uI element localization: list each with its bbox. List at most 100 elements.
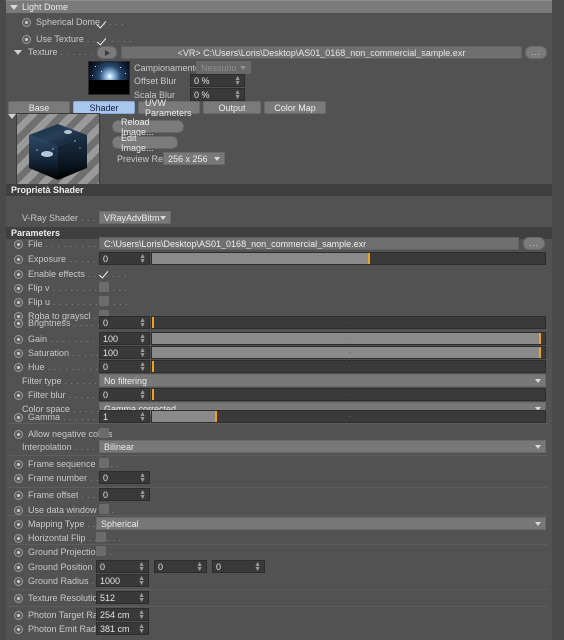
animate-radio-icon[interactable] xyxy=(14,390,23,400)
frame-sequence-checkbox[interactable] xyxy=(99,458,109,468)
light-dome-group-header[interactable]: Light Dome xyxy=(6,0,552,13)
brightness-field[interactable]: 0 ▲ ▼ xyxy=(99,316,150,329)
animate-radio-icon[interactable] xyxy=(14,624,23,634)
ground-position-x-field[interactable]: 0 ▲ ▼ xyxy=(96,560,149,573)
use-data-window-checkbox[interactable] xyxy=(99,504,109,514)
edit-image-button[interactable]: Edit Image... xyxy=(112,133,178,153)
texture-resolution-field[interactable]: 512 ▲ ▼ xyxy=(96,591,149,604)
gamma-slider[interactable] xyxy=(151,410,546,423)
offset-blur-field[interactable]: 0 % ▲ ▼ xyxy=(190,74,245,87)
animate-radio-icon[interactable] xyxy=(14,334,23,344)
preview-collapse-triangle-icon[interactable] xyxy=(8,114,16,119)
flip-v-checkbox[interactable] xyxy=(99,282,109,292)
filter-blur-slider-handle[interactable] xyxy=(152,389,154,400)
animate-radio-icon[interactable] xyxy=(22,34,31,44)
animate-radio-icon[interactable] xyxy=(14,283,23,293)
animate-radio-icon[interactable] xyxy=(14,297,23,307)
animate-radio-icon[interactable] xyxy=(14,429,23,439)
hue-slider-handle[interactable] xyxy=(152,361,154,372)
vray-shader-dropdown[interactable]: VRayAdvBitmap xyxy=(99,211,171,224)
texture-browse-button[interactable]: ... xyxy=(525,46,547,59)
animate-radio-icon[interactable] xyxy=(14,254,23,264)
animate-radio-icon[interactable] xyxy=(14,576,23,586)
stepper-icon[interactable]: ▲ ▼ xyxy=(139,411,146,423)
enable-effects-checkbox[interactable] xyxy=(99,268,109,278)
use-texture-checkbox[interactable] xyxy=(97,35,107,45)
reload-image-button[interactable]: Reload Image... xyxy=(112,117,184,137)
animate-radio-icon[interactable] xyxy=(14,348,23,358)
file-path-field[interactable]: C:\Users\Loris\Desktop\AS01_0168_non_com… xyxy=(99,237,519,250)
stepper-icon[interactable]: ▲ ▼ xyxy=(138,592,145,604)
animate-radio-icon[interactable] xyxy=(14,505,23,515)
collapse-triangle-icon[interactable] xyxy=(10,4,18,10)
animate-radio-icon[interactable] xyxy=(14,519,23,529)
tab-color-map[interactable]: Color Map xyxy=(264,101,326,114)
spherical-dome-checkbox[interactable] xyxy=(97,18,107,28)
gamma-field[interactable]: 1 ▲ ▼ xyxy=(99,410,150,423)
brightness-slider-handle[interactable] xyxy=(152,317,154,328)
preview-res-dropdown[interactable]: 256 x 256 xyxy=(163,152,225,165)
mapping-type-dropdown[interactable]: Spherical xyxy=(96,517,546,530)
photon-target-radius-field[interactable]: 254 cm ▲ ▼ xyxy=(96,608,149,621)
stepper-icon[interactable]: ▲ ▼ xyxy=(138,575,145,587)
ground-radius-field[interactable]: 1000 ▲ ▼ xyxy=(96,574,149,587)
horizontal-flip-checkbox[interactable] xyxy=(96,532,106,542)
photon-emit-radius-field[interactable]: 381 cm ▲ ▼ xyxy=(96,622,149,635)
tab-output[interactable]: Output xyxy=(203,101,261,114)
gain-slider[interactable] xyxy=(151,332,546,345)
filter-blur-field[interactable]: 0 ▲ ▼ xyxy=(99,388,150,401)
brightness-slider[interactable] xyxy=(151,316,546,329)
stepper-icon[interactable]: ▲ ▼ xyxy=(139,317,146,329)
stepper-icon[interactable]: ▲ ▼ xyxy=(138,609,145,621)
stepper-icon[interactable]: ▲ ▼ xyxy=(138,561,145,573)
stepper-icon[interactable]: ▲ ▼ xyxy=(139,333,146,345)
animate-radio-icon[interactable] xyxy=(22,17,31,27)
stepper-icon[interactable]: ▲ ▼ xyxy=(138,623,145,635)
animate-radio-icon[interactable] xyxy=(14,533,23,543)
animate-radio-icon[interactable] xyxy=(14,473,23,483)
stepper-icon[interactable]: ▲ ▼ xyxy=(139,253,146,265)
stepper-icon[interactable]: ▲ ▼ xyxy=(196,561,203,573)
texture-play-button[interactable] xyxy=(97,46,117,59)
animate-radio-icon[interactable] xyxy=(14,593,23,603)
exposure-slider[interactable] xyxy=(151,252,546,265)
animate-radio-icon[interactable] xyxy=(14,412,23,422)
hue-slider[interactable] xyxy=(151,360,546,373)
animate-radio-icon[interactable] xyxy=(14,318,23,328)
animate-radio-icon[interactable] xyxy=(14,562,23,572)
animate-radio-icon[interactable] xyxy=(14,490,23,500)
allow-negative-colors-checkbox[interactable] xyxy=(99,428,109,438)
campionamento-dropdown[interactable]: Nessuno xyxy=(196,61,251,74)
stepper-icon[interactable]: ▲ ▼ xyxy=(254,561,261,573)
texture-path-field[interactable]: <VR> C:\Users\Loris\Desktop\AS01_0168_no… xyxy=(121,46,522,59)
filter-blur-slider[interactable] xyxy=(151,388,546,401)
stepper-icon[interactable]: ▲ ▼ xyxy=(139,489,146,501)
scala-blur-field[interactable]: 0 % ▲ ▼ xyxy=(190,88,245,101)
saturation-field[interactable]: 100 ▲ ▼ xyxy=(99,346,150,359)
filter-type-dropdown[interactable]: No filtering xyxy=(99,374,546,387)
ground-position-y-field[interactable]: 0 ▲ ▼ xyxy=(154,560,207,573)
frame-number-field[interactable]: 0 ▲ ▼ xyxy=(99,471,150,484)
gain-slider-handle[interactable] xyxy=(539,333,542,344)
frame-offset-field[interactable]: 0 ▲ ▼ xyxy=(99,488,150,501)
stepper-icon[interactable]: ▲ ▼ xyxy=(139,389,146,401)
tab-uvw-parameters[interactable]: UVW Parameters xyxy=(138,98,200,118)
hue-field[interactable]: 0 ▲ ▼ xyxy=(99,360,150,373)
animate-radio-icon[interactable] xyxy=(14,269,23,279)
saturation-slider-handle[interactable] xyxy=(539,347,542,358)
stepper-icon[interactable]: ▲ ▼ xyxy=(139,361,146,373)
animate-radio-icon[interactable] xyxy=(14,610,23,620)
interpolation-dropdown[interactable]: Bilinear xyxy=(99,440,546,453)
texture-expand-triangle-icon[interactable] xyxy=(14,49,22,55)
flip-u-checkbox[interactable] xyxy=(99,296,109,306)
animate-radio-icon[interactable] xyxy=(14,239,23,249)
animate-radio-icon[interactable] xyxy=(14,459,23,469)
animate-radio-icon[interactable] xyxy=(14,547,23,557)
exposure-field[interactable]: 0 ▲ ▼ xyxy=(99,252,150,265)
stepper-icon[interactable]: ▲ ▼ xyxy=(234,75,241,87)
stepper-icon[interactable]: ▲ ▼ xyxy=(139,472,146,484)
ground-position-z-field[interactable]: 0 ▲ ▼ xyxy=(212,560,265,573)
gain-field[interactable]: 100 ▲ ▼ xyxy=(99,332,150,345)
animate-radio-icon[interactable] xyxy=(14,362,23,372)
stepper-icon[interactable]: ▲ ▼ xyxy=(139,347,146,359)
